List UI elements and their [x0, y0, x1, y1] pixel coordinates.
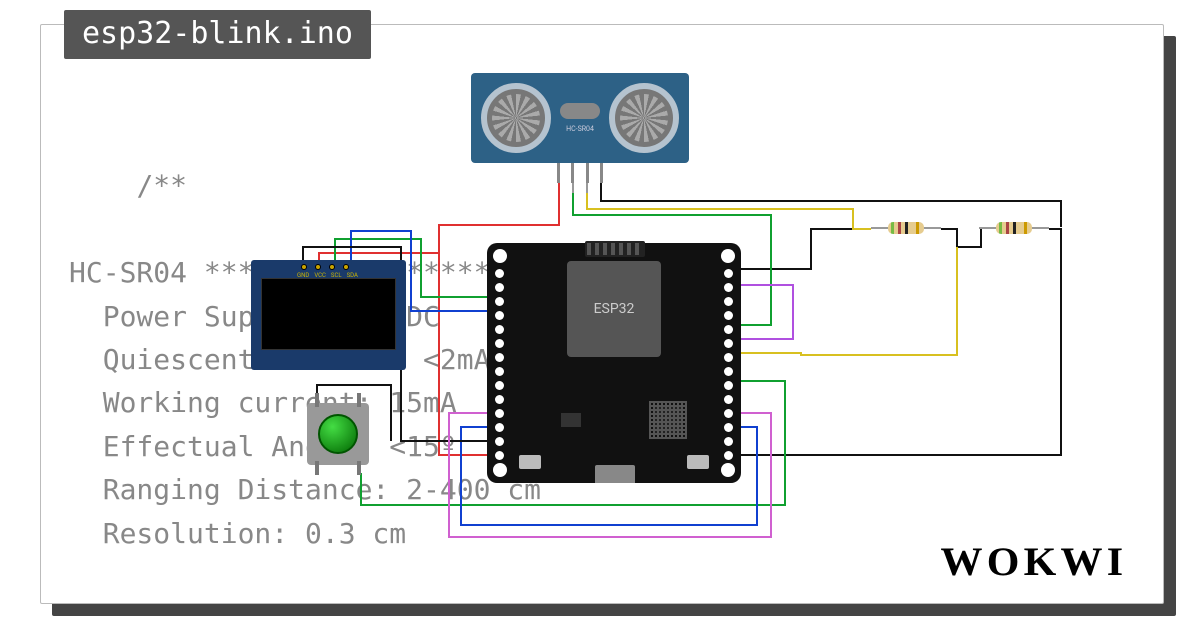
oled-display[interactable]: GND VCC SCL SDA — [251, 260, 406, 370]
esp32-en-button[interactable] — [687, 455, 709, 469]
esp32-board[interactable]: ESP32 — [487, 243, 741, 483]
resistor-body-icon — [888, 222, 924, 234]
file-title-tab: esp32-blink.ino — [64, 10, 371, 59]
hcsr04-label: HC-SR04 — [566, 125, 594, 133]
antenna-icon — [585, 241, 645, 257]
esp32-shield: ESP32 — [567, 261, 661, 357]
hcsr04-sensor[interactable]: HC-SR04 — [471, 73, 689, 163]
circuit-canvas[interactable]: HC-SR04 GND VCC SCL SDA — [41, 25, 1163, 603]
ultrasonic-transmitter-icon — [481, 83, 551, 153]
hcsr04-pins — [557, 163, 603, 183]
wokwi-logo: WOKWI — [941, 538, 1128, 585]
crystal-icon — [560, 103, 600, 119]
chip-icon — [653, 405, 683, 435]
resistor-1[interactable] — [871, 221, 941, 235]
micro-usb-icon — [595, 465, 635, 483]
project-card: /** HC-SR04 ****************************… — [40, 24, 1164, 604]
resistor-2[interactable] — [979, 221, 1049, 235]
regulator-icon — [561, 413, 581, 427]
button-cap-icon — [318, 414, 358, 454]
oled-screen — [261, 278, 396, 350]
resistor-body-icon — [996, 222, 1032, 234]
oled-pin-labels: GND VCC SCL SDA — [297, 272, 358, 279]
esp32-pinrow-right — [724, 269, 733, 474]
ultrasonic-receiver-icon — [609, 83, 679, 153]
esp32-boot-button[interactable] — [519, 455, 541, 469]
pushbutton[interactable] — [307, 403, 369, 465]
esp32-pinrow-left — [495, 269, 504, 474]
